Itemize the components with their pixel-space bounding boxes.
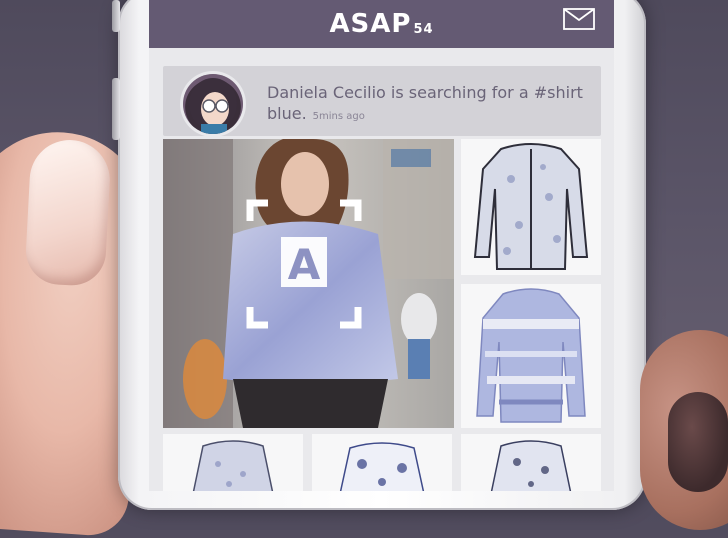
- phone-side-button: [112, 0, 120, 32]
- product-card-2[interactable]: [461, 284, 601, 428]
- product-card-1[interactable]: [461, 139, 601, 275]
- product-card-5[interactable]: [461, 434, 601, 491]
- hero-image[interactable]: A: [163, 139, 454, 428]
- left-fingernail: [24, 138, 112, 287]
- phone-volume-button: [112, 78, 120, 140]
- notification-time: 5mins ago: [312, 111, 365, 122]
- app-bar: ASAP 54: [149, 0, 614, 48]
- product-card-3[interactable]: [163, 434, 303, 491]
- notification-card[interactable]: Daniela Cecilio is searching for a #shir…: [163, 66, 601, 136]
- logo-main: ASAP: [329, 9, 412, 39]
- avatar[interactable]: [183, 74, 243, 134]
- app-logo: ASAP 54: [329, 9, 433, 39]
- hero-badge: A: [288, 240, 321, 289]
- phone-screen: ASAP 54 Daniela Cecilio is searching for…: [149, 0, 614, 491]
- logo-sub: 54: [413, 22, 434, 37]
- mail-icon[interactable]: [563, 8, 595, 30]
- right-fingernail: [668, 392, 728, 492]
- notification-text: Daniela Cecilio is searching for a #shir…: [267, 82, 597, 127]
- product-card-4[interactable]: [312, 434, 452, 491]
